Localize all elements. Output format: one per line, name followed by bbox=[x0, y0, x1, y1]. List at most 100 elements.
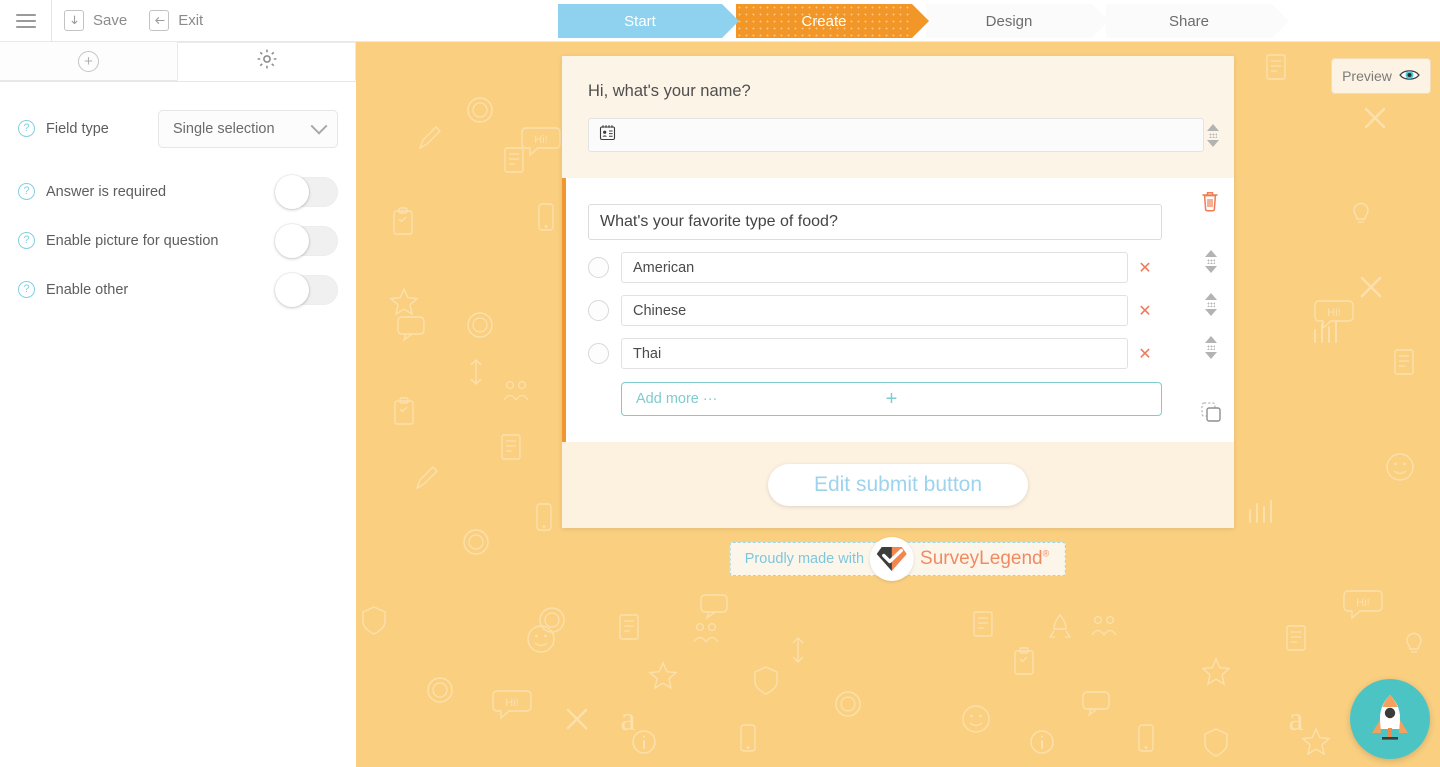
question-mark-icon[interactable]: ? bbox=[18, 281, 35, 298]
step-start[interactable]: Start bbox=[558, 4, 739, 38]
option-row: Chinese ✕ bbox=[588, 295, 1162, 326]
preview-label: Preview bbox=[1342, 68, 1392, 84]
question-block-single-selection[interactable]: What's your favorite type of food? Ameri… bbox=[562, 178, 1234, 442]
setting-enable-other: ? Enable other bbox=[18, 265, 338, 314]
step-label: Design bbox=[985, 12, 1033, 30]
setting-label: Answer is required bbox=[46, 183, 167, 200]
exit-label: Exit bbox=[178, 12, 204, 29]
option-input-3[interactable]: Thai bbox=[621, 338, 1128, 369]
settings-list: ? Field type Single selection ? Answer i… bbox=[0, 82, 356, 314]
add-question-tab[interactable]: + bbox=[0, 42, 177, 81]
hamburger-line bbox=[15, 13, 36, 16]
plus-circle-icon: + bbox=[78, 50, 99, 72]
up-arrow-icon bbox=[1205, 336, 1217, 343]
step-design[interactable]: Design bbox=[926, 4, 1109, 38]
question-title-input[interactable]: What's your favorite type of food? bbox=[588, 204, 1162, 240]
enable-picture-toggle[interactable] bbox=[275, 223, 338, 258]
down-arrow-icon bbox=[1207, 140, 1219, 147]
save-download-icon bbox=[64, 10, 84, 31]
name-input[interactable] bbox=[588, 118, 1204, 152]
contact-card-icon bbox=[599, 124, 616, 146]
option-row: Thai ✕ bbox=[588, 338, 1162, 369]
option-input-1[interactable]: American bbox=[621, 252, 1128, 283]
rocket-icon bbox=[1367, 692, 1413, 747]
question-controls-rail bbox=[1188, 178, 1234, 442]
surveylegend-diamond-check-icon bbox=[870, 537, 915, 581]
delete-option-2-icon[interactable]: ✕ bbox=[1128, 301, 1162, 321]
toggle-knob bbox=[275, 223, 309, 258]
exit-arrow-icon bbox=[149, 10, 170, 31]
exit-button[interactable]: Exit bbox=[137, 0, 213, 42]
question-block-name[interactable]: Hi, what's your name? bbox=[562, 56, 1234, 178]
plus-icon: + bbox=[885, 388, 898, 410]
reorder-handle-question-1[interactable] bbox=[1204, 124, 1222, 147]
radio-option-3[interactable] bbox=[588, 343, 609, 364]
question-mark-icon[interactable]: ? bbox=[18, 183, 35, 200]
eye-icon bbox=[1399, 68, 1420, 85]
answer-required-toggle[interactable] bbox=[275, 174, 338, 209]
delete-question-icon[interactable] bbox=[1200, 190, 1220, 217]
save-label: Save bbox=[93, 12, 128, 29]
hamburger-menu-icon[interactable] bbox=[0, 0, 52, 42]
grip-dots-icon bbox=[1207, 259, 1215, 264]
reorder-option-2[interactable] bbox=[1202, 293, 1220, 316]
toggle-knob bbox=[275, 174, 309, 209]
add-more-label: Add more ··· bbox=[636, 391, 718, 407]
setting-enable-picture: ? Enable picture for question bbox=[18, 216, 338, 265]
step-create[interactable]: Create bbox=[736, 4, 929, 38]
add-more-button[interactable]: Add more ··· + bbox=[621, 382, 1162, 416]
up-arrow-icon bbox=[1205, 293, 1217, 300]
brand-text: SurveyLegend bbox=[920, 548, 1043, 569]
question-mark-icon[interactable]: ? bbox=[18, 120, 35, 137]
reorder-option-3[interactable] bbox=[1202, 336, 1220, 359]
option-input-2[interactable]: Chinese bbox=[621, 295, 1128, 326]
submit-zone: Edit submit button bbox=[562, 442, 1234, 528]
edit-submit-button[interactable]: Edit submit button bbox=[768, 464, 1028, 506]
step-share[interactable]: Share bbox=[1106, 4, 1289, 38]
setting-field-type: ? Field type Single selection bbox=[18, 104, 338, 153]
question-title: Hi, what's your name? bbox=[588, 82, 751, 100]
toggle-knob bbox=[275, 272, 309, 307]
setting-label: Enable other bbox=[46, 281, 129, 298]
grip-dots-icon bbox=[1207, 345, 1215, 350]
save-button[interactable]: Save bbox=[52, 0, 137, 42]
setting-answer-required: ? Answer is required bbox=[18, 167, 338, 216]
top-toolbar: Save Exit Start Create Design Share bbox=[0, 0, 1440, 42]
question-mark-icon[interactable]: ? bbox=[18, 232, 35, 249]
registered-mark: ® bbox=[1042, 548, 1050, 559]
grip-dots-icon bbox=[1209, 133, 1217, 138]
up-arrow-icon bbox=[1205, 250, 1217, 257]
edit-submit-label: Edit submit button bbox=[813, 473, 983, 496]
duplicate-question-icon[interactable] bbox=[1200, 401, 1222, 428]
enable-other-toggle[interactable] bbox=[275, 272, 338, 307]
survey-canvas: Hi! a bbox=[356, 42, 1440, 767]
reorder-option-1[interactable] bbox=[1202, 250, 1220, 273]
setting-label: Field type bbox=[46, 120, 109, 137]
hamburger-line bbox=[15, 25, 36, 28]
chevron-down-icon bbox=[310, 117, 328, 135]
radio-option-1[interactable] bbox=[588, 257, 609, 278]
setting-label: Enable picture for question bbox=[46, 232, 219, 249]
brand-name: SurveyLegend® bbox=[920, 548, 1049, 570]
hamburger-line bbox=[15, 19, 36, 22]
preview-button[interactable]: Preview bbox=[1331, 58, 1431, 94]
badge-prefix: Proudly made with bbox=[744, 551, 865, 567]
survey-card: Hi, what's your name? What's your favori… bbox=[562, 56, 1234, 528]
up-arrow-icon bbox=[1207, 124, 1219, 131]
down-arrow-icon bbox=[1205, 266, 1217, 273]
delete-option-3-icon[interactable]: ✕ bbox=[1128, 344, 1162, 364]
step-label: Create bbox=[801, 12, 847, 30]
help-rocket-fab[interactable] bbox=[1350, 679, 1430, 759]
settings-tab[interactable] bbox=[177, 42, 356, 81]
radio-option-2[interactable] bbox=[588, 300, 609, 321]
option-row: American ✕ bbox=[588, 252, 1162, 283]
sidebar-tabstrip: + bbox=[0, 42, 356, 82]
field-type-select[interactable]: Single selection bbox=[158, 109, 338, 148]
down-arrow-icon bbox=[1205, 352, 1217, 359]
down-arrow-icon bbox=[1205, 309, 1217, 316]
surveylegend-badge[interactable]: Proudly made with SurveyLegend® bbox=[729, 537, 1067, 581]
wizard-steps: Start Create Design Share bbox=[558, 4, 1289, 38]
delete-option-1-icon[interactable]: ✕ bbox=[1128, 258, 1162, 278]
grip-dots-icon bbox=[1207, 302, 1215, 307]
settings-sidebar: + ? Field type Single selection ? Answer… bbox=[0, 42, 356, 767]
